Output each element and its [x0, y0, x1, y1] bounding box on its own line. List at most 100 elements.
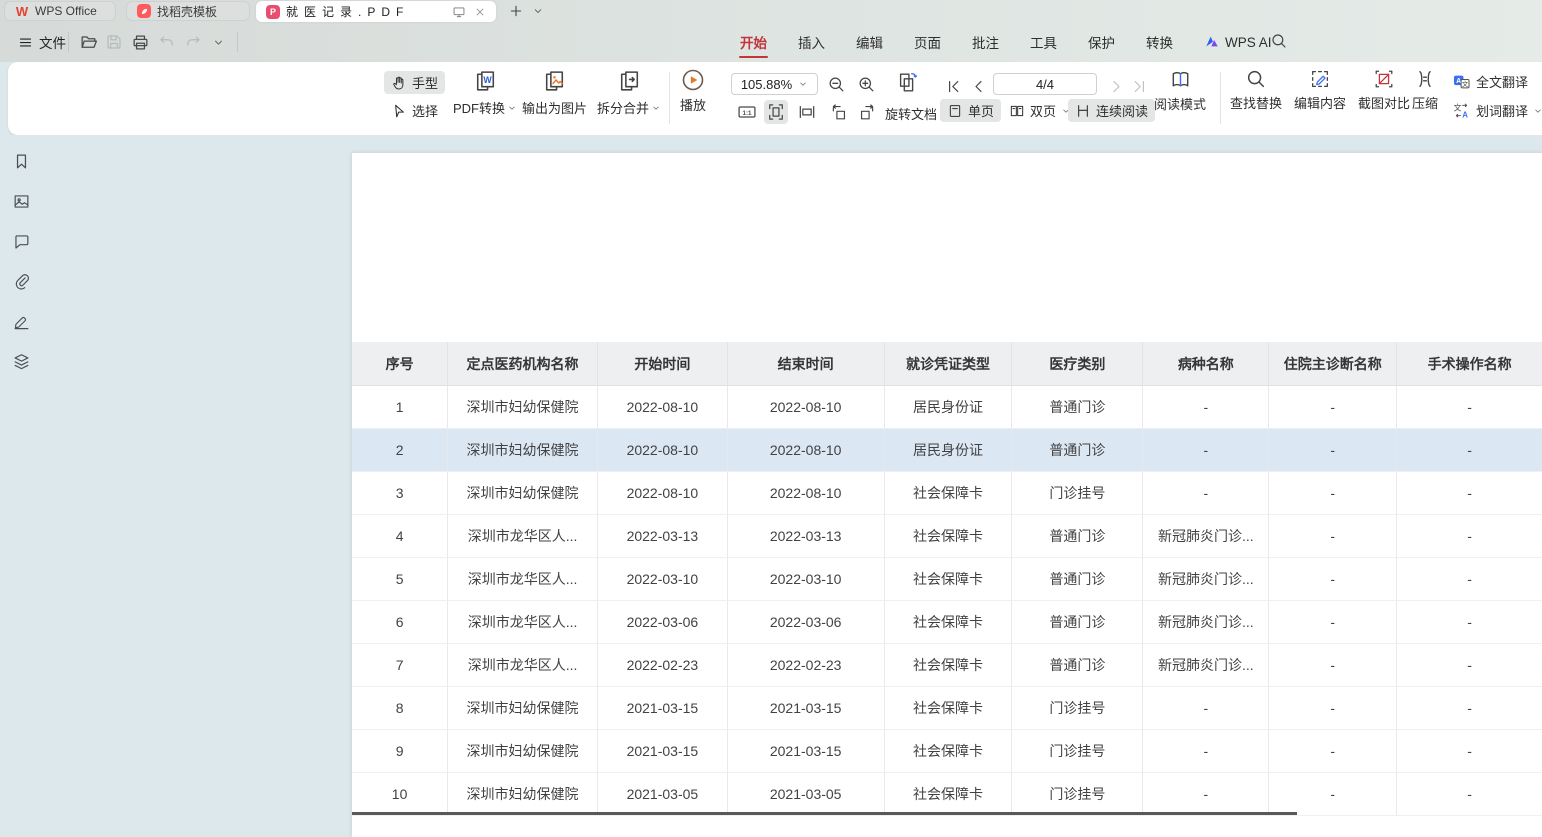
layers-icon[interactable] — [12, 352, 31, 371]
menu-item-wps-ai[interactable]: WPS AI — [1202, 25, 1274, 59]
close-tab-icon[interactable] — [474, 6, 486, 18]
single-page-view-button[interactable]: 单页 — [940, 99, 1001, 122]
chevron-down-icon — [651, 103, 661, 113]
word-translate-button[interactable]: 划词翻译 — [1452, 101, 1542, 120]
zoom-level-dropdown[interactable]: 105.88% — [731, 73, 818, 95]
menu-search-icon[interactable] — [1270, 32, 1292, 54]
zoom-out-button[interactable] — [824, 72, 848, 96]
pdf-file-icon: P — [266, 5, 280, 19]
tab-list-chevron-icon[interactable] — [528, 0, 548, 22]
table-cell: 深圳市妇幼保健院 — [448, 773, 598, 816]
tab-wps-home[interactable]: W WPS Office — [4, 1, 116, 21]
cursor-icon — [391, 103, 407, 119]
table-cell: - — [1269, 429, 1397, 472]
monitor-icon[interactable] — [452, 5, 466, 19]
table-cell: 2022-03-06 — [598, 601, 728, 644]
last-page-button[interactable] — [1127, 74, 1151, 98]
thumbnails-icon[interactable] — [12, 192, 31, 211]
table-cell: 2021-03-15 — [728, 730, 885, 773]
comments-icon[interactable] — [12, 232, 31, 251]
find-replace-button[interactable]: 查找替换 — [1230, 68, 1282, 112]
menu-item-protect[interactable]: 保护 — [1086, 23, 1117, 61]
menu-item-convert[interactable]: 转换 — [1144, 23, 1175, 61]
double-page-view-button[interactable]: 双页 — [1002, 99, 1078, 122]
bookmark-icon[interactable] — [12, 152, 31, 171]
continuous-read-button[interactable]: 连续阅读 — [1068, 99, 1155, 122]
screenshot-compare-button[interactable]: 截图对比 — [1358, 68, 1410, 112]
export-image-button[interactable]: 输出为图片 — [522, 68, 587, 117]
save-button[interactable] — [102, 30, 126, 54]
table-cell: 2022-08-10 — [728, 386, 885, 429]
file-menu-button[interactable]: 文件 — [12, 29, 72, 55]
fit-width-button[interactable] — [795, 100, 819, 124]
new-tab-button[interactable] — [506, 0, 526, 22]
signature-icon[interactable] — [12, 312, 31, 331]
menu-item-comment[interactable]: 批注 — [970, 23, 1001, 61]
menu-item-home[interactable]: 开始 — [738, 23, 769, 61]
table-row: 3深圳市妇幼保健院2022-08-102022-08-10社会保障卡门诊挂号--… — [352, 472, 1542, 515]
undo-button[interactable] — [155, 30, 179, 54]
table-cell: 2022-02-23 — [598, 644, 728, 687]
read-mode-button[interactable]: 阅读模式 — [1154, 68, 1206, 113]
print-button[interactable] — [128, 30, 152, 54]
table-row: 7深圳市龙华区人...2022-02-232022-02-23社会保障卡普通门诊… — [352, 644, 1542, 687]
tab-document-active[interactable]: P 就医记录.PDF — [256, 1, 496, 22]
edit-content-button[interactable]: 编辑内容 — [1294, 68, 1346, 112]
table-cell: 2021-03-15 — [598, 687, 728, 730]
hand-tool-button[interactable]: 手型 — [384, 71, 445, 94]
rotate-document-label[interactable]: 旋转文档 — [885, 104, 937, 123]
menubar: 文件 开始插入编辑页面批注工具保护转换 WPS AI — [0, 22, 1542, 62]
table-cell: 深圳市妇幼保健院 — [448, 429, 598, 472]
actual-size-button[interactable] — [735, 100, 759, 124]
full-translate-button[interactable]: 全文翻译 — [1452, 72, 1528, 91]
menu-item-insert[interactable]: 插入 — [796, 23, 827, 61]
fit-page-button[interactable] — [764, 100, 788, 124]
table-cell: 居民身份证 — [885, 429, 1013, 472]
table-cell: - — [1397, 515, 1542, 558]
table-cell: 新冠肺炎门诊... — [1143, 644, 1269, 687]
previous-page-button[interactable] — [966, 74, 990, 98]
table-cell: - — [1269, 386, 1397, 429]
wps-logo-icon: W — [15, 4, 29, 18]
table-cell: - — [1397, 773, 1542, 816]
table-header-cell: 序号 — [352, 342, 448, 386]
divider — [1220, 72, 1221, 124]
table-row: 2深圳市妇幼保健院2022-08-102022-08-10居民身份证普通门诊--… — [352, 429, 1542, 472]
rotate-right-button[interactable] — [855, 100, 879, 124]
pdf-convert-button[interactable]: PDF转换 — [453, 68, 517, 117]
redo-button[interactable] — [181, 30, 205, 54]
play-button[interactable]: 播放 — [680, 68, 706, 114]
next-page-button[interactable] — [1104, 74, 1128, 98]
table-cell: 2021-03-15 — [728, 687, 885, 730]
attachments-icon[interactable] — [12, 272, 31, 291]
replace-pages-button[interactable] — [896, 70, 920, 94]
menu-item-tools[interactable]: 工具 — [1028, 23, 1059, 61]
wps-pdf-window: W WPS Office 找稻壳模板 P 就医记录.PDF — [0, 0, 1542, 837]
quickbar-more-chevron-icon[interactable] — [206, 30, 230, 54]
double-page-icon — [1009, 103, 1025, 119]
table-cell: 深圳市妇幼保健院 — [448, 472, 598, 515]
select-tool-button[interactable]: 选择 — [384, 99, 445, 122]
zoom-in-button[interactable] — [854, 72, 878, 96]
tab-label: 找稻壳模板 — [157, 3, 217, 20]
divider — [669, 72, 670, 124]
table-cell: 2022-08-10 — [598, 472, 728, 515]
ribbon-toolbar: 手型 选择 PDF转换 输出为图片 拆分合并 播放 105.88% — [8, 62, 1542, 135]
table-cell: 社会保障卡 — [885, 687, 1013, 730]
compress-button[interactable]: 压缩 — [1412, 68, 1438, 112]
tab-docer-templates[interactable]: 找稻壳模板 — [126, 1, 250, 21]
open-file-button[interactable] — [76, 30, 100, 54]
menu-item-edit[interactable]: 编辑 — [854, 23, 885, 61]
table-cell: 2022-03-13 — [728, 515, 885, 558]
table-cell: - — [1397, 386, 1542, 429]
table-cell: - — [1143, 687, 1269, 730]
first-page-button[interactable] — [941, 74, 965, 98]
split-merge-button[interactable]: 拆分合并 — [597, 68, 661, 117]
table-cell: - — [1269, 644, 1397, 687]
rotate-left-button[interactable] — [826, 100, 850, 124]
table-cell: 2022-03-10 — [598, 558, 728, 601]
page-number-input[interactable]: 4/4 — [993, 73, 1097, 95]
table-cell: 深圳市龙华区人... — [448, 601, 598, 644]
play-icon — [681, 68, 705, 92]
menu-item-page[interactable]: 页面 — [912, 23, 943, 61]
